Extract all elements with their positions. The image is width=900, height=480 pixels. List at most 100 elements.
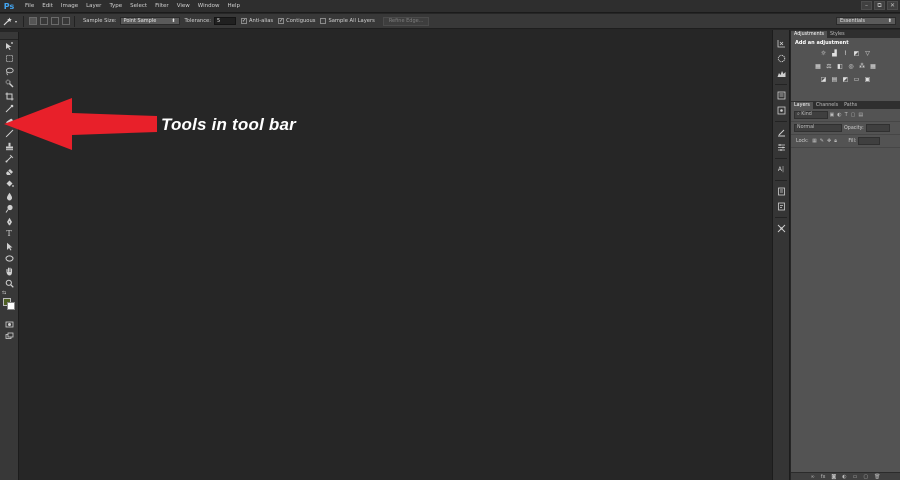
zoom-icon[interactable] bbox=[0, 278, 18, 291]
blur-icon[interactable] bbox=[0, 190, 18, 203]
menu-help[interactable]: Help bbox=[223, 3, 244, 9]
screen-mode-icon[interactable] bbox=[0, 331, 18, 344]
photoshop-logo: Ps bbox=[3, 1, 15, 11]
sample-all-layers-checkbox[interactable]: Sample All Layers bbox=[320, 18, 375, 24]
color-wheel-icon[interactable] bbox=[773, 51, 789, 66]
new-selection-button[interactable] bbox=[28, 17, 37, 25]
histogram-icon[interactable] bbox=[773, 66, 789, 81]
anti-alias-checkbox[interactable]: ✓ Anti-alias bbox=[241, 18, 273, 24]
lock-transparent-icon[interactable]: ▦ bbox=[812, 138, 817, 144]
menu-type[interactable]: Type bbox=[105, 3, 126, 9]
tolerance-input[interactable]: 5 bbox=[214, 17, 236, 25]
tab-paths[interactable]: Paths bbox=[841, 102, 860, 109]
adjustment-layer-icon[interactable]: ◐ bbox=[842, 474, 846, 480]
exposure-icon[interactable]: ◩ bbox=[853, 50, 861, 58]
color-lookup-icon[interactable]: ▦ bbox=[869, 63, 877, 71]
tool-preset-picker[interactable]: ▾ bbox=[0, 17, 20, 26]
layers-panel-header: Layers Channels Paths bbox=[791, 101, 900, 109]
quick-mask-icon[interactable] bbox=[0, 318, 18, 331]
fill-input[interactable] bbox=[858, 137, 881, 145]
gradient-map-icon[interactable]: ▭ bbox=[853, 76, 861, 84]
layer-style-icon[interactable]: fx bbox=[821, 474, 826, 480]
color-balance-icon[interactable]: ⚖ bbox=[825, 63, 833, 71]
pen-icon[interactable] bbox=[0, 215, 18, 228]
brush-preset-icon[interactable] bbox=[773, 125, 789, 140]
sample-size-select[interactable]: Point Sample ⬍ bbox=[119, 17, 180, 25]
filter-type-icon[interactable]: T bbox=[845, 112, 848, 118]
lock-position-icon[interactable]: ✥ bbox=[827, 138, 831, 144]
filter-smart-object-icon[interactable]: ▤ bbox=[858, 112, 863, 118]
opacity-input[interactable] bbox=[865, 124, 890, 132]
close-button[interactable]: ✕ bbox=[887, 1, 898, 10]
photo-filter-icon[interactable]: ◎ bbox=[847, 63, 855, 71]
black-white-icon[interactable]: ◧ bbox=[836, 63, 844, 71]
history-icon[interactable] bbox=[773, 36, 789, 51]
curves-icon[interactable]: ⌇ bbox=[842, 50, 850, 58]
quick-selection-icon[interactable] bbox=[0, 78, 18, 91]
properties-icon[interactable] bbox=[773, 103, 789, 118]
eraser-icon[interactable] bbox=[0, 165, 18, 178]
toolbar-grip[interactable] bbox=[0, 32, 18, 40]
lock-all-icon[interactable]: 🔒︎ bbox=[834, 138, 837, 144]
workspace-select[interactable]: Essentials ⬍ bbox=[836, 17, 896, 25]
posterize-icon[interactable]: ▤ bbox=[831, 76, 839, 84]
refine-edge-button[interactable]: Refine Edge... bbox=[382, 16, 430, 26]
path-selection-icon[interactable] bbox=[0, 240, 18, 253]
marquee-icon[interactable] bbox=[0, 53, 18, 66]
dodge-icon[interactable] bbox=[0, 203, 18, 216]
link-layers-icon[interactable]: ∞ bbox=[811, 474, 815, 480]
restore-button[interactable]: ⧉ bbox=[874, 1, 885, 10]
invert-icon[interactable]: ◪ bbox=[820, 76, 828, 84]
blend-mode-select[interactable]: Normal bbox=[794, 124, 842, 132]
clone-source-icon[interactable] bbox=[773, 221, 789, 236]
character-icon[interactable]: A| bbox=[773, 162, 789, 177]
kind-filter-select[interactable]: ⌕ Kind bbox=[794, 111, 828, 119]
new-layer-icon[interactable]: ▢ bbox=[863, 474, 868, 480]
ellipse-icon[interactable] bbox=[0, 253, 18, 266]
hand-icon[interactable] bbox=[0, 265, 18, 278]
fill-label: Fill: bbox=[848, 138, 857, 144]
tab-styles[interactable]: Styles bbox=[827, 31, 848, 38]
brightness-icon[interactable]: ☼ bbox=[820, 50, 828, 58]
menu-window[interactable]: Window bbox=[194, 3, 224, 9]
subtract-from-selection-button[interactable] bbox=[50, 17, 59, 25]
info-icon[interactable] bbox=[773, 88, 789, 103]
intersect-selection-button[interactable] bbox=[61, 17, 70, 25]
contiguous-checkbox[interactable]: ✓ Contiguous bbox=[278, 18, 315, 24]
notes-icon[interactable] bbox=[773, 199, 789, 214]
menu-image[interactable]: Image bbox=[57, 3, 82, 9]
history-brush-icon[interactable] bbox=[0, 153, 18, 166]
menu-select[interactable]: Select bbox=[126, 3, 151, 9]
menu-filter[interactable]: Filter bbox=[151, 3, 173, 9]
minimize-button[interactable]: – bbox=[861, 1, 872, 10]
selective-color-icon[interactable]: ▣ bbox=[864, 76, 872, 84]
tab-channels[interactable]: Channels bbox=[813, 102, 841, 109]
group-icon[interactable]: ▭ bbox=[853, 474, 858, 480]
paint-bucket-icon[interactable] bbox=[0, 178, 18, 191]
move-icon[interactable] bbox=[0, 40, 18, 53]
filter-shape-icon[interactable]: ▢ bbox=[851, 112, 856, 118]
trash-icon[interactable]: 🗑︎ bbox=[874, 474, 880, 480]
paragraph-icon[interactable] bbox=[773, 184, 789, 199]
hue-saturation-icon[interactable]: ▦ bbox=[814, 63, 822, 71]
menu-file[interactable]: File bbox=[21, 3, 38, 9]
vibrance-icon[interactable]: ▽ bbox=[864, 50, 872, 58]
check-icon: ✓ bbox=[278, 18, 285, 24]
channel-mixer-icon[interactable]: ⁂ bbox=[858, 63, 866, 71]
filter-adjustment-icon[interactable]: ◐ bbox=[837, 112, 841, 118]
filter-pixel-icon[interactable]: ▣ bbox=[830, 112, 835, 118]
menu-view[interactable]: View bbox=[173, 3, 194, 9]
tab-layers[interactable]: Layers bbox=[791, 102, 813, 109]
levels-icon[interactable]: ▟ bbox=[831, 50, 839, 58]
threshold-icon[interactable]: ◩ bbox=[842, 76, 850, 84]
menu-edit[interactable]: Edit bbox=[38, 3, 57, 9]
type-icon[interactable]: T bbox=[0, 228, 18, 241]
tool-presets-icon[interactable] bbox=[773, 140, 789, 155]
tab-adjustments[interactable]: Adjustments bbox=[791, 31, 828, 38]
lasso-icon[interactable] bbox=[0, 65, 18, 78]
background-color-swatch[interactable] bbox=[7, 302, 15, 310]
menu-layer[interactable]: Layer bbox=[82, 3, 105, 9]
lock-image-icon[interactable]: ✎ bbox=[820, 138, 824, 144]
layer-mask-icon[interactable]: ◙ bbox=[831, 474, 836, 480]
add-to-selection-button[interactable] bbox=[39, 17, 48, 25]
